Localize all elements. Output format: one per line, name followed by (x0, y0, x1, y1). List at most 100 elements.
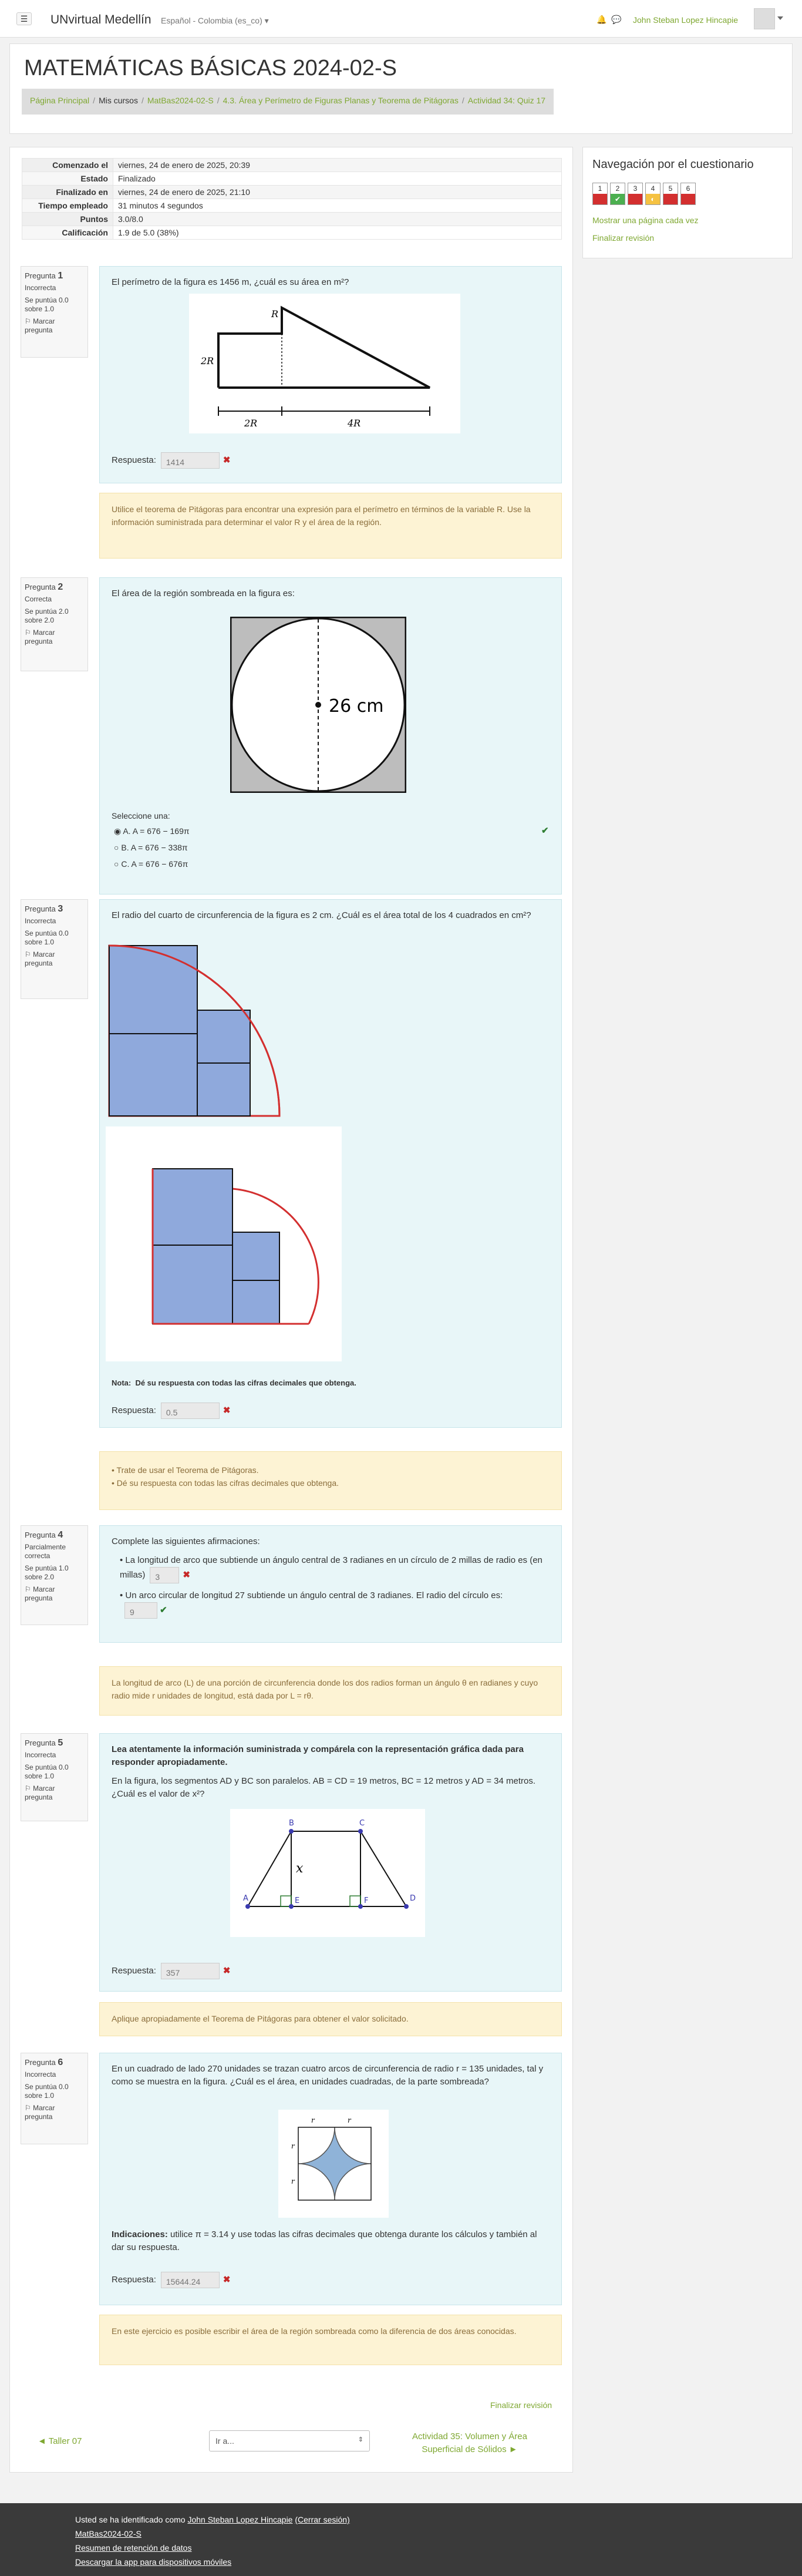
menu-toggle-button[interactable]: ☰ (16, 12, 32, 25)
breadcrumb-my-courses: Mis cursos (99, 96, 138, 105)
breadcrumb-home[interactable]: Página Principal (30, 96, 89, 105)
footer-user-link[interactable]: John Steban Lopez Hincapie (187, 2515, 292, 2524)
question-nav-button-3[interactable]: 3 (628, 183, 643, 205)
flag-icon[interactable]: ⚐ (25, 950, 31, 959)
table-row: Puntos 3.0/8.0 (22, 212, 562, 226)
page-header: MATEMÁTICAS BÁSICAS 2024-02-S Página Pri… (9, 43, 793, 134)
feedback-4: La longitud de arco (L) de una porción d… (99, 1666, 562, 1716)
user-name[interactable]: John Steban Lopez Hincapie (633, 15, 738, 25)
avatar[interactable] (754, 8, 775, 29)
flag-icon[interactable]: ⚐ (25, 628, 31, 637)
question-status-indicator (628, 194, 642, 204)
answer-input[interactable]: 0.5 (160, 1403, 220, 1419)
site-brand[interactable]: UNvirtual Medellín (50, 13, 151, 27)
flag-question-link[interactable]: ⚐ Marcar pregunta (25, 2104, 84, 2121)
feedback-5: Aplique apropiadamente el Teorema de Pit… (99, 2002, 562, 2036)
question-instruction: Lea atentamente la información suministr… (112, 1744, 524, 1767)
question-number: 5 (58, 1738, 63, 1748)
summary-value: 1.9 de 5.0 (38%) (113, 226, 562, 240)
note-text: Dé su respuesta con todas las cifras dec… (135, 1378, 356, 1387)
answer-row: Respuesta: 1414 ✖ (112, 452, 230, 469)
language-menu[interactable]: Español - Colombia ‎(es_co)‎ ▾ (161, 16, 269, 26)
answer-input[interactable]: 357 (160, 1963, 220, 1979)
top-navbar: ☰ UNvirtual Medellín Español - Colombia … (0, 0, 802, 38)
question-1-content: El perímetro de la figura es 1456 m, ¿cu… (99, 266, 562, 483)
logged-in-info: Usted se ha identificado como John Steba… (75, 2515, 350, 2524)
flag-question-link[interactable]: ⚐ Marcar pregunta (25, 628, 84, 646)
question-nav-button-4[interactable]: 4 ◐ (645, 183, 661, 205)
radio-icon[interactable]: ○ (114, 859, 119, 869)
question-number: 3 (58, 904, 63, 914)
table-row: Calificación 1.9 de 5.0 (38%) (22, 226, 562, 240)
next-activity-link[interactable]: Actividad 35: Volumen y Área Superficial… (405, 2430, 534, 2456)
footer-app: Descargar la app para dispositivos móvil… (75, 2557, 231, 2567)
question-label: Pregunta (25, 271, 56, 280)
footer-course-link[interactable]: MatBas2024-02-S (75, 2529, 141, 2538)
answer-row: Respuesta: 357 ✖ (112, 1963, 230, 1979)
svg-text:B: B (289, 1819, 294, 1828)
answer-input[interactable]: 9 (124, 1602, 157, 1619)
question-status-indicator: ✔ (611, 194, 625, 204)
option-a[interactable]: ◉ A. A = 676 − 169π (114, 825, 190, 838)
incorrect-icon: ✖ (183, 1569, 190, 1580)
notification-icons[interactable]: 🔔 💬 (597, 15, 622, 25)
flag-question-link[interactable]: ⚐ Marcar pregunta (25, 1784, 84, 1802)
radio-selected-icon[interactable]: ◉ (114, 826, 121, 836)
question-nav-button-6[interactable]: 6 (680, 183, 696, 205)
svg-text:R: R (271, 308, 278, 320)
chevron-down-icon[interactable] (777, 16, 783, 20)
option-c[interactable]: ○ C. A = 676 − 676π (114, 857, 188, 870)
flag-icon[interactable]: ⚐ (25, 317, 31, 325)
summary-key: Comenzado el (22, 158, 113, 172)
question-label: Pregunta (25, 904, 56, 913)
question-text: El área de la región sombreada en la fig… (112, 588, 295, 598)
incorrect-icon: ✖ (223, 455, 231, 465)
bell-icon[interactable]: 🔔 (597, 15, 606, 24)
table-row: Estado Finalizado (22, 171, 562, 186)
question-score: Se puntúa 2.0 sobre 2.0 (25, 607, 69, 624)
option-b[interactable]: ○ B. A = 676 − 338π (114, 841, 188, 854)
question-nav-button-5[interactable]: 5 (663, 183, 678, 205)
note-label: Nota: (112, 1378, 132, 1387)
question-number: 1 (58, 271, 63, 281)
prev-activity-link[interactable]: ◄ Taller 07 (38, 2436, 82, 2446)
question-nav-button-1[interactable]: 1 (592, 183, 608, 205)
question-number: 6 (58, 2057, 63, 2067)
svg-text:C: C (359, 1819, 365, 1828)
finish-review-sidebar-link[interactable]: Finalizar revisión (592, 233, 654, 243)
chat-icon[interactable]: 💬 (611, 15, 621, 24)
flag-question-link[interactable]: ⚐ Marcar pregunta (25, 950, 84, 968)
flag-question-link[interactable]: ⚐ Marcar pregunta (25, 317, 84, 335)
flag-question-link[interactable]: ⚐ Marcar pregunta (25, 1585, 84, 1603)
logout-link[interactable]: (Cerrar sesión) (295, 2515, 349, 2524)
data-retention-link[interactable]: Resumen de retención de datos (75, 2543, 191, 2553)
question-nav-number: 1 (598, 184, 602, 193)
flag-icon[interactable]: ⚐ (25, 1585, 31, 1593)
question-state: Incorrecta (25, 1751, 56, 1759)
mobile-app-link[interactable]: Descargar la app para dispositivos móvil… (75, 2557, 231, 2567)
question-5-content: Lea atentamente la información suministr… (99, 1733, 562, 1992)
answer-input[interactable]: 1414 (160, 452, 220, 469)
breadcrumb-section[interactable]: 4.3. Área y Perímetro de Figuras Planas … (223, 96, 459, 105)
breadcrumb-activity[interactable]: Actividad 34: Quiz 17 (468, 96, 545, 105)
summary-key: Calificación (22, 226, 113, 240)
answer-label: Respuesta: (112, 1965, 156, 1976)
breadcrumb-course[interactable]: MatBas2024-02-S (147, 96, 214, 105)
finish-review-link[interactable]: Finalizar revisión (490, 2400, 552, 2410)
answer-input[interactable]: 3 (150, 1567, 180, 1583)
page-footer: Usted se ha identificado como John Steba… (0, 2503, 802, 2576)
radio-icon[interactable]: ○ (114, 843, 119, 852)
flag-icon[interactable]: ⚐ (25, 1784, 31, 1793)
show-one-page-link[interactable]: Mostrar una página cada vez (592, 216, 699, 225)
summary-value: viernes, 24 de enero de 2025, 21:10 (113, 185, 562, 199)
answer-input[interactable]: 15644.24 (160, 2272, 220, 2288)
jump-to-select[interactable]: Ir a... ⇕ (209, 2430, 370, 2451)
question-nav-button-2[interactable]: 2 ✔ (610, 183, 625, 205)
summary-key: Tiempo empleado (22, 199, 113, 213)
option-label: C. A = 676 − 676π (121, 859, 188, 869)
main-content: Comenzado el viernes, 24 de enero de 2025… (9, 147, 573, 2473)
question-score: Se puntúa 0.0 sobre 1.0 (25, 1763, 69, 1780)
flag-icon[interactable]: ⚐ (25, 2104, 31, 2112)
question-info-6: Pregunta 6 Incorrecta Se puntúa 0.0 sobr… (21, 2053, 88, 2144)
footer-course: MatBas2024-02-S (75, 2529, 141, 2538)
